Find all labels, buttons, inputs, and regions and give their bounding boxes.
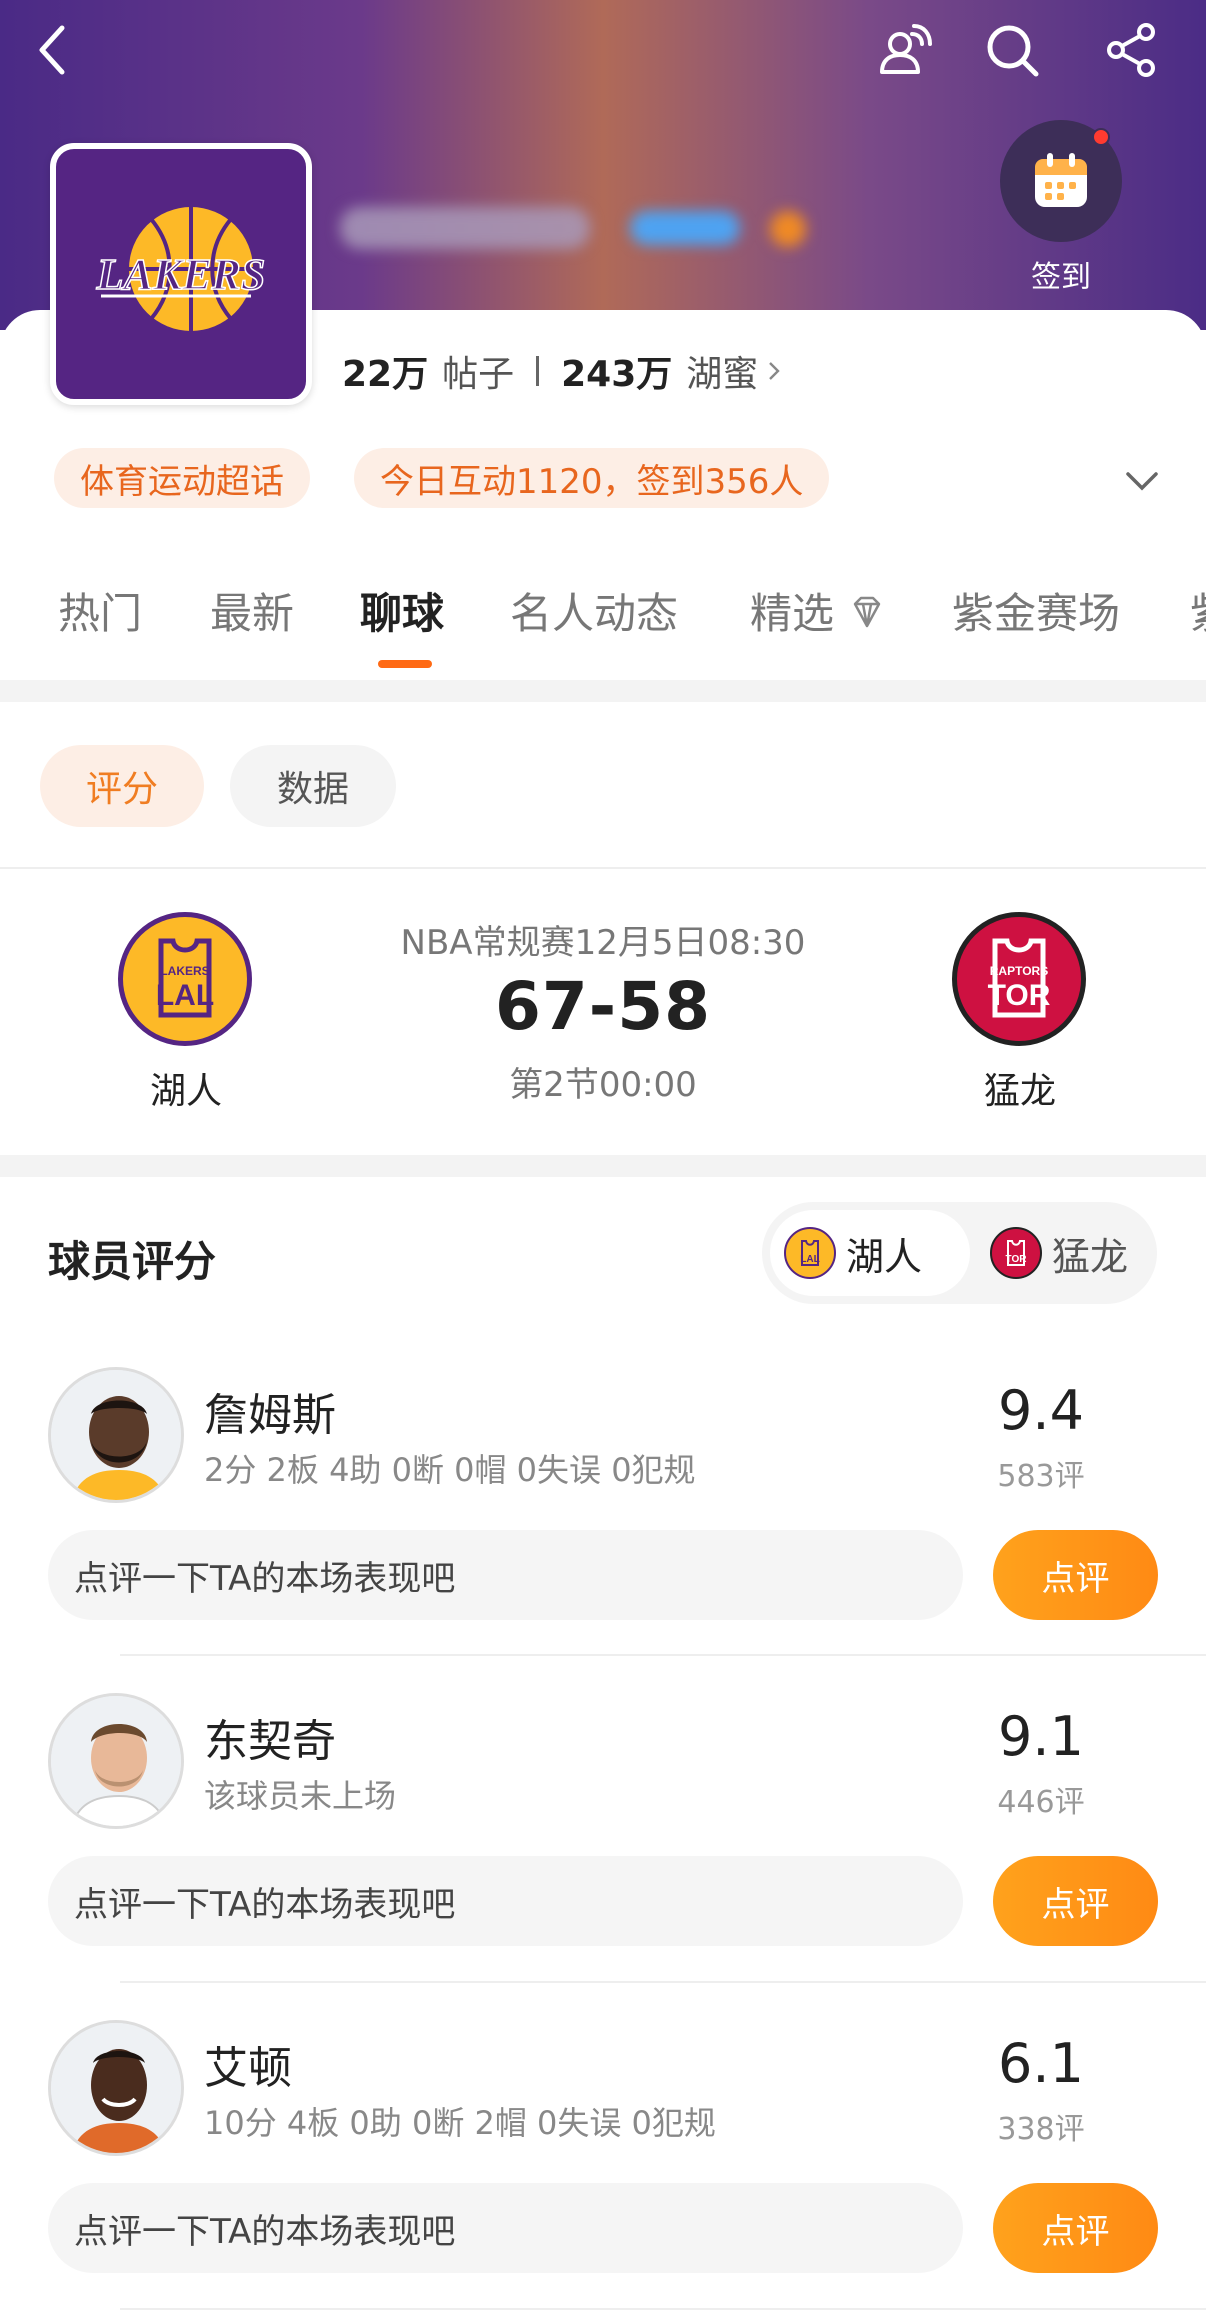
posts-unit: 帖子 [442, 354, 515, 395]
comment-button[interactable]: 点评 [993, 2183, 1158, 2273]
diamond-icon [854, 596, 881, 628]
chevron-down-icon[interactable] [1122, 460, 1162, 500]
comment-input[interactable]: 点评一下TA的本场表现吧 [48, 1530, 963, 1620]
tab-overflow[interactable]: 紫 [1190, 580, 1206, 641]
checkin-button[interactable] [1000, 120, 1122, 242]
calendar-icon [1035, 153, 1087, 207]
divider [120, 1981, 1206, 1983]
player-rating: 6.1 [998, 2032, 1084, 2095]
divider [536, 356, 540, 386]
rating-count: 583评 [997, 1459, 1085, 1494]
rating-count: 338评 [997, 2112, 1085, 2147]
fans-count: 243万 [561, 354, 673, 395]
player-avatar[interactable] [48, 2020, 184, 2156]
player-row: 詹姆斯 2分 2板 4助 0断 0帽 0失误 0犯规 9.4 583评 点评一下… [0, 1367, 1206, 1693]
comment-input[interactable]: 点评一下TA的本场表现吧 [48, 1856, 963, 1946]
player-name: 艾顿 [204, 2043, 292, 2094]
svg-text:LAKERS: LAKERS [96, 250, 266, 299]
player-name: 詹姆斯 [204, 1390, 336, 1441]
divider [120, 1654, 1206, 1656]
switch-away-label: 猛龙 [1052, 1234, 1129, 1279]
subtab-data[interactable]: 数据 [230, 745, 396, 827]
section-divider [0, 680, 1206, 702]
away-team-small: RAPTORS [990, 964, 1048, 978]
share-icon[interactable] [1096, 14, 1168, 86]
raptors-mini-logo: TOR [990, 1227, 1042, 1279]
divider [120, 2308, 1206, 2310]
tab-hot[interactable]: 热门 [58, 580, 142, 641]
comment-button[interactable]: 点评 [993, 1530, 1158, 1620]
checkin-label: 签到 [1031, 260, 1091, 295]
home-team-logo[interactable]: LAKERS LAL [118, 912, 252, 1046]
tab-bar: 热门 最新 聊球 名人动态 精选 紫金赛场 紫 [0, 580, 1206, 680]
player-ratings-title: 球员评分 [48, 1237, 217, 1286]
player-avatar[interactable] [48, 1367, 184, 1503]
lakers-mini-logo: LAL [784, 1227, 836, 1279]
home-team-name: 湖人 [149, 1071, 222, 1112]
section-divider [0, 1155, 1206, 1177]
home-team-abbr: LAL [156, 979, 214, 1012]
subtab-rating[interactable]: 评分 [40, 745, 204, 827]
player-avatar[interactable] [48, 1693, 184, 1829]
rating-count: 446评 [997, 1785, 1085, 1820]
tab-featured[interactable]: 精选 [750, 580, 887, 641]
team-switch: LAL 湖人 TOR 猛龙 [762, 1202, 1157, 1304]
back-icon[interactable] [18, 14, 90, 86]
away-team-logo[interactable]: RAPTORS TOR [952, 912, 1086, 1046]
player-row: 东契奇 该球员未上场 9.1 446评 点评一下TA的本场表现吧 点评 [0, 1693, 1206, 2019]
notification-dot [1092, 128, 1110, 146]
switch-home-label: 湖人 [846, 1234, 923, 1279]
fans-unit: 湖蜜 [686, 354, 759, 395]
player-stats: 该球员未上场 [204, 1777, 397, 1815]
match-period: 第2节00:00 [509, 1065, 697, 1105]
blurred-topic-name [340, 195, 810, 265]
player-stats: 2分 2板 4助 0断 0帽 0失误 0犯规 [204, 1451, 696, 1489]
player-stats: 10分 4板 0助 0断 2帽 0失误 0犯规 [204, 2104, 716, 2142]
tab-forum-arena[interactable]: 紫金赛场 [952, 580, 1120, 641]
topic-stats[interactable]: 22万 帖子 243万 湖蜜 [342, 345, 782, 397]
player-rating: 9.1 [998, 1705, 1084, 1768]
lakers-logo: LAKERS [50, 143, 312, 405]
raptors-mini-abbr: TOR [1006, 1254, 1028, 1265]
lakers-mini-abbr: LAL [800, 1254, 819, 1265]
away-team-name: 猛龙 [983, 1071, 1056, 1112]
away-team-abbr: TOR [988, 979, 1051, 1012]
match-score: 67-58 [494, 968, 712, 1045]
divider [0, 867, 1206, 869]
active-tab-indicator [378, 660, 432, 668]
player-row: 艾顿 10分 4板 0助 0断 2帽 0失误 0犯规 6.1 338评 点评一下… [0, 2020, 1206, 2317]
activity-tag[interactable]: 今日互动1120，签到356人 [354, 448, 830, 508]
chevron-right-icon [769, 362, 780, 380]
tab-chat-ball[interactable]: 聊球 [360, 580, 444, 641]
tab-latest[interactable]: 最新 [210, 580, 294, 641]
player-rating: 9.4 [998, 1379, 1084, 1442]
match-info: NBA常规赛12月5日08:30 [400, 923, 806, 963]
category-tag[interactable]: 体育运动超话 [54, 448, 310, 508]
search-icon[interactable] [976, 14, 1048, 86]
home-team-small: LAKERS [160, 964, 209, 978]
friends-icon[interactable] [868, 14, 940, 86]
switch-away-team[interactable]: TOR 猛龙 [976, 1210, 1151, 1296]
player-name: 东契奇 [204, 1716, 336, 1767]
comment-input[interactable]: 点评一下TA的本场表现吧 [48, 2183, 963, 2273]
tab-celebrity-updates[interactable]: 名人动态 [510, 580, 678, 641]
posts-count: 22万 [342, 354, 429, 395]
switch-home-team[interactable]: LAL 湖人 [770, 1210, 970, 1296]
tab-featured-label: 精选 [750, 589, 835, 638]
comment-button[interactable]: 点评 [993, 1856, 1158, 1946]
